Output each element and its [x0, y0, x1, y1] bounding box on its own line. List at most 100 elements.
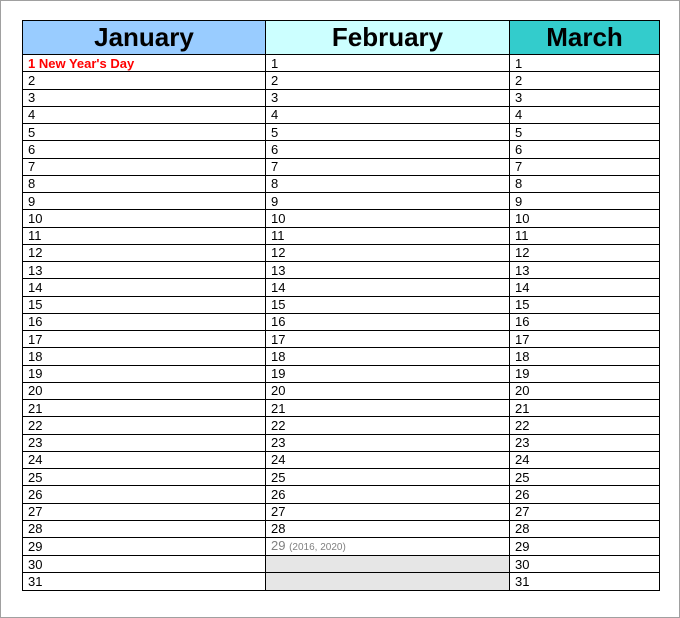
table-row: 15 15 15	[22, 295, 660, 314]
day-cell[interactable]: 4	[265, 105, 510, 125]
day-cell[interactable]: 7	[22, 157, 266, 176]
day-cell[interactable]: 2	[22, 71, 266, 90]
day-cell[interactable]: 29	[22, 537, 266, 556]
day-cell[interactable]: 28	[22, 519, 266, 539]
day-cell[interactable]: 11	[265, 226, 510, 245]
day-cell[interactable]: 24	[22, 450, 266, 470]
day-cell[interactable]: 20	[22, 381, 266, 401]
day-cell[interactable]: 1	[509, 53, 660, 73]
day-cell[interactable]: 10	[509, 209, 660, 228]
day-cell[interactable]: 17	[265, 329, 510, 349]
day-cell[interactable]: 26	[22, 485, 266, 504]
day-cell[interactable]: 20	[509, 381, 660, 401]
day-cell[interactable]: 25	[22, 467, 266, 487]
day-cell[interactable]: 21	[22, 398, 266, 418]
day-cell[interactable]: 24	[265, 450, 510, 470]
day-cell[interactable]: 1	[265, 53, 510, 73]
day-cell[interactable]: 27	[509, 502, 660, 521]
day-cell[interactable]: 17	[22, 329, 266, 349]
day-cell[interactable]: 7	[509, 157, 660, 176]
day-cell[interactable]: 22	[265, 416, 510, 435]
day-cell[interactable]: 25	[265, 467, 510, 487]
day-cell[interactable]: 16	[22, 312, 266, 332]
day-cell[interactable]: 12	[22, 243, 266, 263]
calendar-table: January February March 1 New Year's Day 1 1 2…	[22, 20, 660, 591]
day-cell[interactable]: 28	[265, 519, 510, 539]
day-cell[interactable]: 27	[22, 502, 266, 521]
day-cell[interactable]: 25	[509, 467, 660, 487]
day-cell[interactable]: 4	[22, 105, 266, 125]
table-row: 30 30	[22, 554, 660, 574]
day-cell[interactable]: 13	[22, 260, 266, 280]
table-row: 999	[22, 191, 660, 211]
table-row: 12 12 12	[22, 243, 660, 263]
day-cell[interactable]: 16	[509, 312, 660, 332]
day-cell[interactable]: 21	[509, 398, 660, 418]
day-cell[interactable]: 22	[509, 416, 660, 435]
month-header-february: February	[265, 20, 510, 55]
day-cell[interactable]: 5	[22, 122, 266, 142]
table-row: 17 17 17	[22, 329, 660, 349]
day-cell[interactable]: 9	[22, 191, 266, 211]
day-cell[interactable]: 23	[22, 433, 266, 452]
leap-day-cell[interactable]: 29 (2016, 2020)	[265, 537, 510, 556]
holiday-cell[interactable]: 1 New Year's Day	[22, 53, 266, 73]
day-cell[interactable]: 9	[509, 191, 660, 211]
day-cell[interactable]: 8	[22, 174, 266, 194]
day-cell[interactable]: 7	[265, 157, 510, 176]
day-cell[interactable]: 3	[22, 88, 266, 107]
day-cell[interactable]: 29	[509, 537, 660, 556]
day-cell[interactable]: 31	[509, 572, 660, 591]
day-cell[interactable]: 10	[22, 209, 266, 228]
day-cell[interactable]: 28	[509, 519, 660, 539]
day-cell[interactable]: 19	[265, 364, 510, 383]
day-cell[interactable]: 6	[265, 140, 510, 159]
day-cell[interactable]: 27	[265, 502, 510, 521]
day-cell[interactable]: 13	[509, 260, 660, 280]
day-cell[interactable]: 8	[509, 174, 660, 194]
day-cell[interactable]: 5	[509, 122, 660, 142]
day-cell[interactable]: 22	[22, 416, 266, 435]
day-cell[interactable]: 6	[509, 140, 660, 159]
day-cell[interactable]: 21	[265, 398, 510, 418]
day-cell[interactable]: 18	[22, 347, 266, 366]
day-cell[interactable]: 3	[509, 88, 660, 107]
day-cell[interactable]: 19	[22, 364, 266, 383]
day-cell[interactable]: 6	[22, 140, 266, 159]
day-cell[interactable]: 14	[509, 278, 660, 297]
day-cell[interactable]: 15	[509, 295, 660, 314]
day-cell[interactable]: 23	[509, 433, 660, 452]
day-cell[interactable]: 13	[265, 260, 510, 280]
day-cell[interactable]: 11	[22, 226, 266, 245]
day-cell[interactable]: 16	[265, 312, 510, 332]
day-cell[interactable]: 26	[265, 485, 510, 504]
day-cell[interactable]: 10	[265, 209, 510, 228]
day-cell[interactable]: 31	[22, 572, 266, 591]
day-cell[interactable]: 19	[509, 364, 660, 383]
day-cell[interactable]: 8	[265, 174, 510, 194]
day-cell[interactable]: 30	[22, 554, 266, 574]
day-cell[interactable]: 14	[22, 278, 266, 297]
day-cell[interactable]: 2	[509, 71, 660, 90]
day-cell[interactable]: 23	[265, 433, 510, 452]
day-cell[interactable]: 12	[265, 243, 510, 263]
day-cell[interactable]: 4	[509, 105, 660, 125]
day-cell[interactable]: 17	[509, 329, 660, 349]
day-cell[interactable]: 2	[265, 71, 510, 90]
day-cell[interactable]: 14	[265, 278, 510, 297]
day-cell[interactable]: 24	[509, 450, 660, 470]
day-cell[interactable]: 15	[22, 295, 266, 314]
day-cell[interactable]: 18	[265, 347, 510, 366]
day-cell[interactable]: 15	[265, 295, 510, 314]
day-cell[interactable]: 18	[509, 347, 660, 366]
day-cell[interactable]: 9	[265, 191, 510, 211]
day-cell[interactable]: 30	[509, 554, 660, 574]
empty-cell	[265, 554, 510, 574]
day-cell[interactable]: 12	[509, 243, 660, 263]
day-cell[interactable]: 3	[265, 88, 510, 107]
day-cell[interactable]: 20	[265, 381, 510, 401]
day-cell[interactable]: 5	[265, 122, 510, 142]
day-cell[interactable]: 11	[509, 226, 660, 245]
table-row: 222	[22, 71, 660, 90]
day-cell[interactable]: 26	[509, 485, 660, 504]
